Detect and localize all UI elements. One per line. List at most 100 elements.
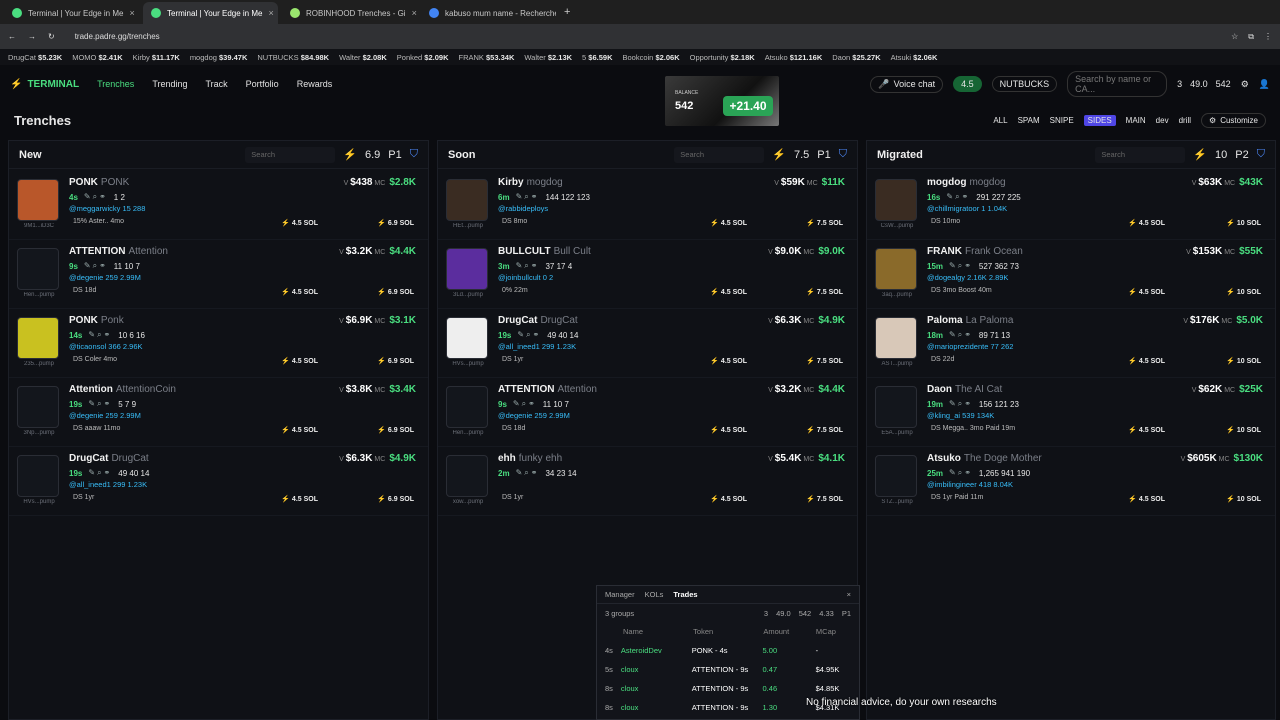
filter-all[interactable]: ALL [993, 116, 1007, 125]
url-field[interactable]: trade.padre.gg/trenches [75, 32, 160, 41]
token-avatar[interactable] [17, 386, 59, 428]
contract-address[interactable]: 9M1...iD3C [15, 223, 63, 229]
preset-amount[interactable]: 10 [1215, 149, 1227, 161]
back-icon[interactable]: ← [8, 32, 16, 41]
ticker-item[interactable]: Opportunity $2.18K [690, 53, 755, 62]
reload-icon[interactable]: ↻ [48, 32, 55, 41]
customize-button[interactable]: ⚙ Customize [1201, 112, 1266, 128]
token-avatar[interactable] [875, 248, 917, 290]
token-avatar[interactable] [17, 455, 59, 497]
ticker-item[interactable]: DrugCat $5.23K [8, 53, 62, 62]
quick-buy-button-2[interactable]: ⚡ 7.5 SOL [806, 495, 843, 503]
trade-row[interactable]: 8s cloux ATTENTION - 9s 0.46 $4.85K [597, 679, 859, 698]
ticker-item[interactable]: MOMO $2.41K [72, 53, 122, 62]
token-card[interactable]: Hen...pump ATTENTION Attention 9s ✎⌕⚭ 11 10 7… [9, 240, 428, 309]
dev-handle[interactable]: @dogealgy 2.16K 2.89K [927, 273, 1008, 282]
quick-buy-button-1[interactable]: ⚡ 4.5 SOL [1128, 426, 1165, 434]
token-avatar[interactable] [17, 317, 59, 359]
quick-buy-button-1[interactable]: ⚡ 4.5 SOL [281, 495, 318, 503]
quick-buy-button-2[interactable]: ⚡ 6.9 SOL [377, 357, 414, 365]
token-avatar[interactable] [446, 386, 488, 428]
nav-trenches[interactable]: Trenches [97, 79, 134, 89]
token-card[interactable]: CsW...pump mogdog mogdog 16s ✎⌕⚭ 291 227 225 @… [867, 171, 1275, 240]
nav-portfolio[interactable]: Portfolio [246, 79, 279, 89]
dev-handle[interactable]: @degenie 259 2.99M [69, 411, 141, 420]
quick-buy-button-1[interactable]: ⚡ 4.5 SOL [281, 219, 318, 227]
column-search-input[interactable]: Search [674, 146, 765, 163]
dev-handle[interactable]: @chillmigratoor 1 1.04K [927, 204, 1007, 213]
trades-tab-kols[interactable]: KOLs [645, 590, 664, 599]
token-card[interactable]: Hen...pump ATTENTION Attention 9s ✎⌕⚭ 11 10 7… [438, 378, 857, 447]
filter-sides[interactable]: SIDES [1083, 114, 1116, 126]
ticker-item[interactable]: NUTBUCKS $84.98K [257, 53, 329, 62]
settings-icon[interactable]: ⚙ [1241, 79, 1249, 90]
quick-buy-button-1[interactable]: ⚡ 4.5 SOL [1128, 288, 1165, 296]
token-card[interactable]: AST...pump Paloma La Paloma 18m ✎⌕⚭ 89 71 13 @… [867, 309, 1275, 378]
contract-address[interactable]: HVs...pump [444, 361, 492, 367]
quick-buy-button-1[interactable]: ⚡ 4.5 SOL [281, 288, 318, 296]
ticker-item[interactable]: mogdog $39.47K [190, 53, 248, 62]
profile-icon[interactable]: 👤 [1259, 79, 1270, 90]
token-card[interactable]: 9M1...iD3C PONK PONK 4s ✎⌕⚭ 1 2 @meggarwicky 1… [9, 171, 428, 240]
quick-buy-button-2[interactable]: ⚡ 7.5 SOL [806, 357, 843, 365]
quick-buy-button-1[interactable]: ⚡ 4.5 SOL [1128, 495, 1165, 503]
quick-buy-button-2[interactable]: ⚡ 7.5 SOL [806, 219, 843, 227]
quick-buy-button-2[interactable]: ⚡ 10 SOL [1226, 495, 1261, 503]
dev-handle[interactable]: @ticaonsol 366 2.96K [69, 342, 143, 351]
quick-buy-button-2[interactable]: ⚡ 10 SOL [1226, 219, 1261, 227]
token-avatar[interactable] [446, 179, 488, 221]
dev-handle[interactable]: @imbilingineer 418 8.04K [927, 480, 1013, 489]
token-card[interactable]: HVs...pump DrugCat DrugCat 19s ✎⌕⚭ 49 40 14 @a… [438, 309, 857, 378]
quick-buy-button-1[interactable]: ⚡ 4.5 SOL [710, 219, 747, 227]
new-tab-icon[interactable]: + [564, 6, 570, 18]
quick-buy-button-1[interactable]: ⚡ 4.5 SOL [281, 426, 318, 434]
token-card[interactable]: 235...pump PONK Ponk 14s ✎⌕⚭ 10 6 16 @ticaonso… [9, 309, 428, 378]
browser-tab[interactable]: kabuso mum name - Recherche× [421, 2, 556, 24]
quick-buy-button-1[interactable]: ⚡ 4.5 SOL [710, 288, 747, 296]
dev-handle[interactable]: @rabbideploys [498, 204, 548, 213]
dev-handle[interactable]: @meggarwicky 15 288 [69, 204, 145, 213]
preset-select[interactable]: P1 [817, 149, 830, 161]
token-card[interactable]: 3Ld...pump BULLCULT Bull Cult 3m ✎⌕⚭ 37 17 4 @… [438, 240, 857, 309]
nutbucks-badge[interactable]: NUTBUCKS [991, 76, 1058, 92]
quick-buy-button-2[interactable]: ⚡ 7.5 SOL [806, 426, 843, 434]
dev-handle[interactable]: @kling_ai 539 134K [927, 411, 994, 420]
contract-address[interactable]: Hen...pump [15, 292, 63, 298]
contract-address[interactable]: HVs...pump [15, 499, 63, 505]
column-search-input[interactable]: Search [245, 146, 336, 163]
token-card[interactable]: HEt...pump Kirby mogdog 6m ✎⌕⚭ 144 122 123 @ra… [438, 171, 857, 240]
token-card[interactable]: HVs...pump DrugCat DrugCat 19s ✎⌕⚭ 49 40 14 @a… [9, 447, 428, 516]
filter-drill[interactable]: drill [1179, 116, 1191, 125]
token-card[interactable]: xow...pump ehh funky ehh 2m ✎⌕⚭ 34 23 14 DS 1y… [438, 447, 857, 516]
dev-handle[interactable]: @degenie 259 2.99M [498, 411, 570, 420]
browser-tab[interactable]: Terminal | Your Edge in Me × [143, 2, 278, 24]
token-avatar[interactable] [875, 179, 917, 221]
token-avatar[interactable] [875, 386, 917, 428]
dev-handle[interactable]: @marioprezidente 77 262 [927, 342, 1013, 351]
contract-address[interactable]: xow...pump [444, 499, 492, 505]
extensions-icon[interactable]: ⧉ [1248, 32, 1254, 42]
ticker-item[interactable]: Atsuko $121.16K [765, 53, 823, 62]
preset-select[interactable]: P1 [388, 149, 401, 161]
quick-buy-button-1[interactable]: ⚡ 4.5 SOL [710, 495, 747, 503]
quick-buy-button-2[interactable]: ⚡ 6.9 SOL [377, 219, 414, 227]
dev-handle[interactable]: @joinbullcult 0 2 [498, 273, 553, 282]
ticker-item[interactable]: Kirby $11.17K [133, 53, 180, 62]
filter-main[interactable]: MAIN [1126, 116, 1146, 125]
quick-buy-button-1[interactable]: ⚡ 4.5 SOL [281, 357, 318, 365]
token-card[interactable]: 3aq...pump FRANK Frank Ocean 15m ✎⌕⚭ 527 362 … [867, 240, 1275, 309]
quick-buy-button-1[interactable]: ⚡ 4.5 SOL [1128, 357, 1165, 365]
close-icon[interactable]: × [847, 590, 851, 599]
contract-address[interactable]: Hen...pump [444, 430, 492, 436]
trades-tab-trades[interactable]: Trades [673, 590, 697, 599]
contract-address[interactable]: 3Np...pump [15, 430, 63, 436]
forward-icon[interactable]: → [28, 32, 36, 41]
ticker-item[interactable]: FRANK $53.34K [458, 53, 514, 62]
quick-buy-button-2[interactable]: ⚡ 10 SOL [1226, 357, 1261, 365]
token-avatar[interactable] [446, 248, 488, 290]
contract-address[interactable]: HEt...pump [444, 223, 492, 229]
contract-address[interactable]: 3Ld...pump [444, 292, 492, 298]
ticker-item[interactable]: Daon $25.27K [832, 53, 880, 62]
terminal-logo[interactable]: ⚡ TERMINAL [10, 79, 79, 90]
ticker-item[interactable]: 5 $6.59K [582, 53, 612, 62]
